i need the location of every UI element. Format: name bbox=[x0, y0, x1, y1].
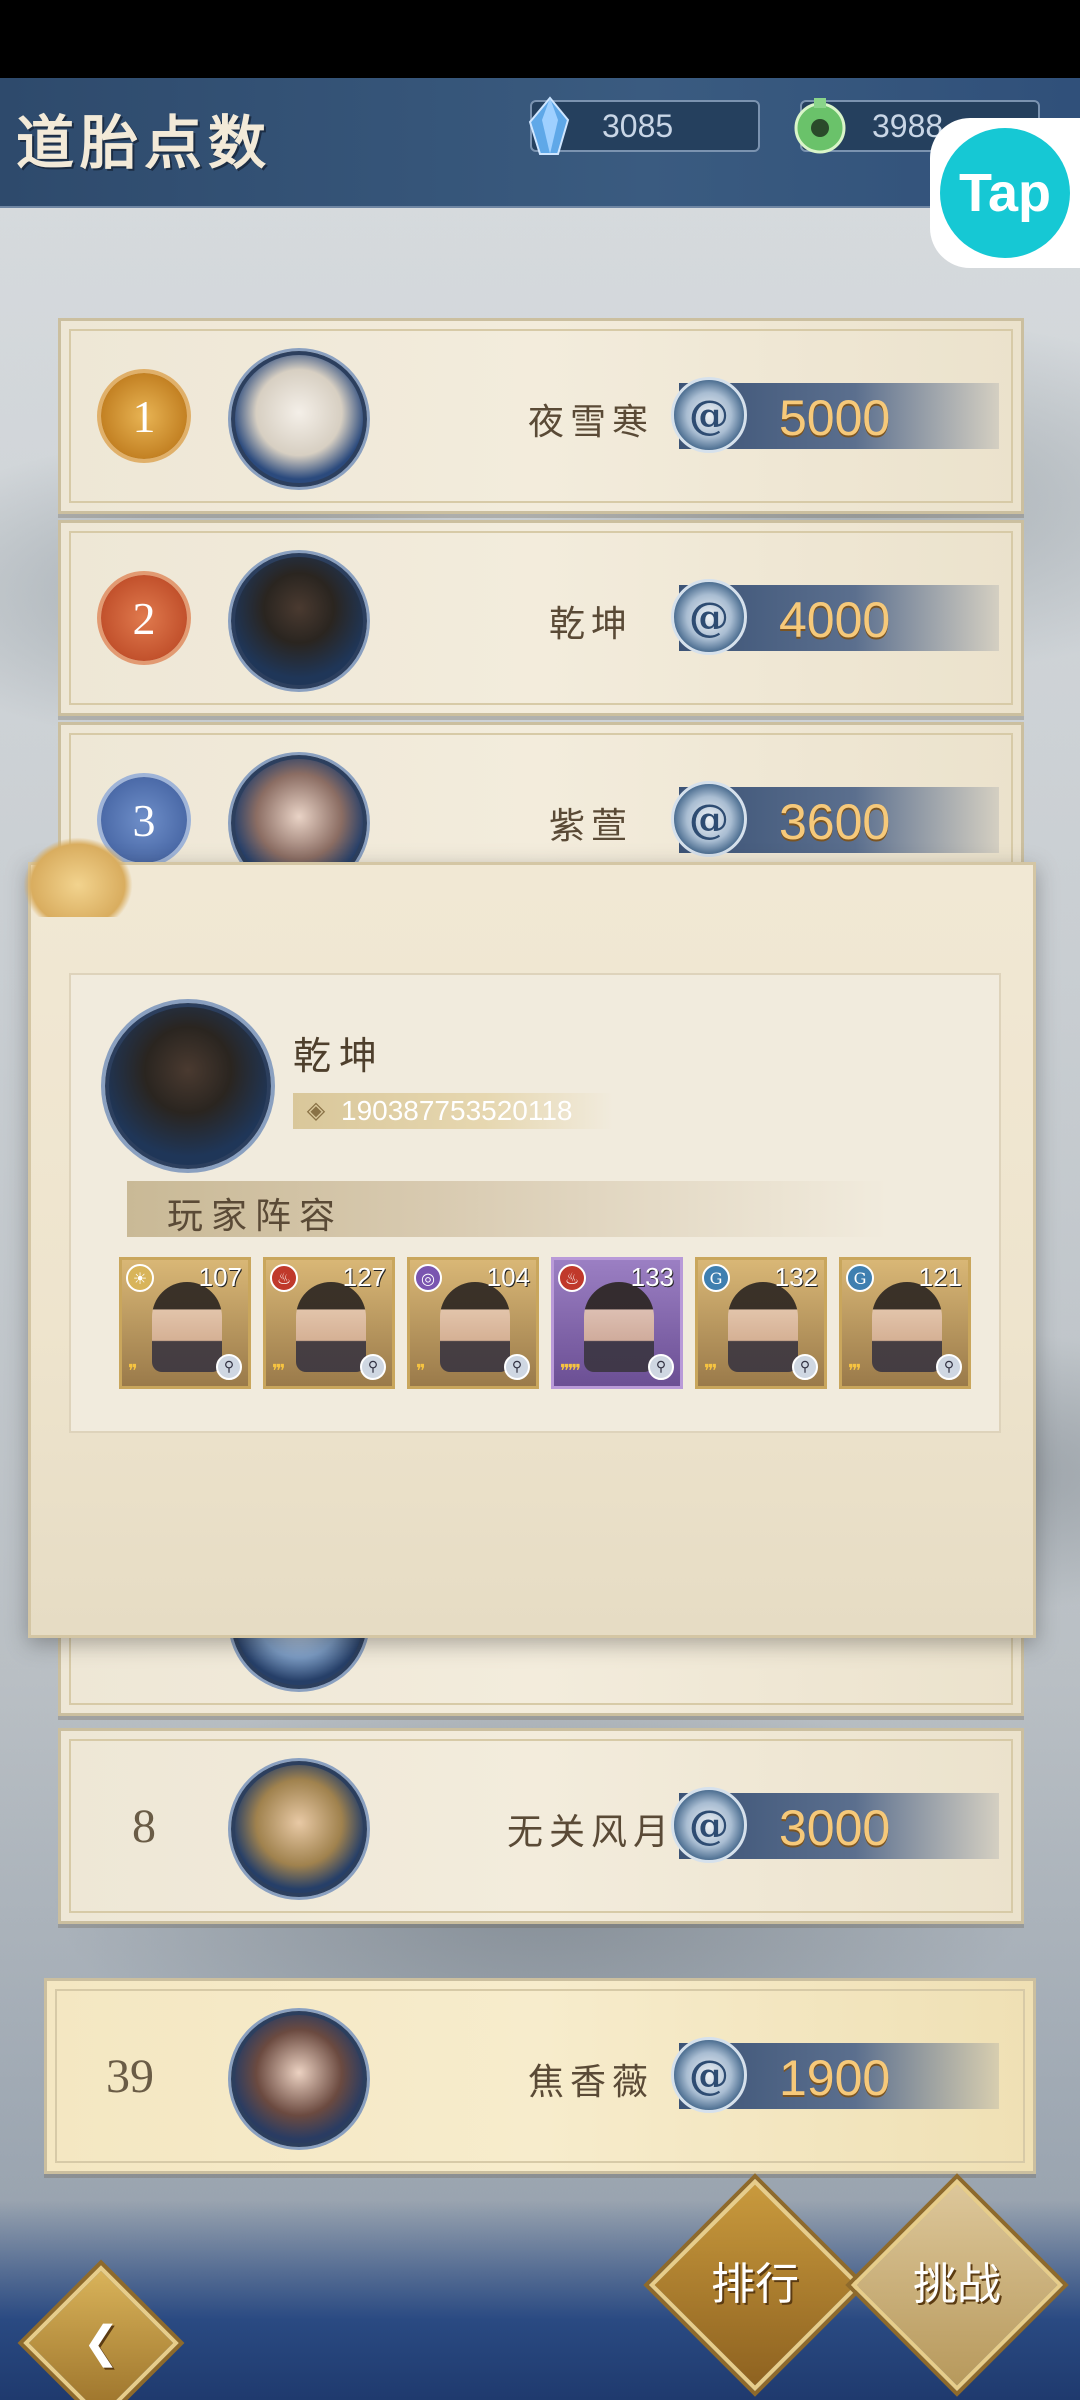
rank-row-1[interactable]: 1 夜雪寒 @ 5000 bbox=[58, 318, 1024, 514]
id-icon: ◈ bbox=[306, 1096, 326, 1124]
cloud-ornament-icon bbox=[23, 837, 133, 917]
spiral-coin-icon: @ bbox=[671, 781, 747, 857]
class-icon: ⚲ bbox=[936, 1354, 962, 1380]
my-score-box: @ 1900 bbox=[671, 2037, 999, 2113]
hero-portrait bbox=[296, 1282, 366, 1372]
bronze-medal-icon: 2 bbox=[101, 575, 187, 661]
hero-stars: ❜❜ bbox=[128, 1361, 138, 1382]
my-rank-row[interactable]: 39 焦香薇 @ 1900 bbox=[44, 1978, 1036, 2174]
hero-level: 127 bbox=[342, 1262, 386, 1292]
hero-lineup: ☀ 107 ❜❜ ⚲ ♨ 127 ❜❜❜ ⚲ ◎ 104 ❜❜ ⚲ ♨ 133 … bbox=[119, 1257, 971, 1391]
hero-level: 133 bbox=[630, 1262, 674, 1292]
hero-stars: ❜❜❜❜❜ bbox=[560, 1361, 581, 1382]
void-element-icon: ◎ bbox=[414, 1264, 442, 1292]
class-icon: ⚲ bbox=[360, 1354, 386, 1380]
fire-element-icon: ♨ bbox=[558, 1264, 586, 1292]
hero-level: 107 bbox=[198, 1262, 242, 1292]
hero-level: 104 bbox=[486, 1262, 530, 1292]
avatar[interactable] bbox=[231, 1761, 367, 1897]
rank-number: 3 bbox=[132, 794, 156, 846]
spiral-coin-icon: @ bbox=[671, 377, 747, 453]
hero-portrait bbox=[872, 1282, 942, 1372]
gold-medal-icon: 1 bbox=[101, 373, 187, 459]
rank-number: 8 bbox=[132, 1799, 156, 1853]
avatar[interactable] bbox=[231, 553, 367, 689]
class-icon: ⚲ bbox=[648, 1354, 674, 1380]
sun-element-icon: ☀ bbox=[126, 1264, 154, 1292]
hero-portrait bbox=[152, 1282, 222, 1372]
class-icon: ⚲ bbox=[792, 1354, 818, 1380]
player-info-panel: 乾坤 ◈ 190387753520118 玩家阵容 ☀ 107 ❜❜ ⚲ ♨ 1… bbox=[69, 973, 1001, 1433]
hero-card[interactable]: ♨ 127 ❜❜❜ ⚲ bbox=[263, 1257, 395, 1389]
hero-card[interactable]: G 132 ❜❜❜ ⚲ bbox=[695, 1257, 827, 1389]
my-rank-number: 39 bbox=[106, 2049, 154, 2103]
hero-card[interactable]: ◎ 104 ❜❜ ⚲ bbox=[407, 1257, 539, 1389]
taptap-floating-button[interactable]: Tap bbox=[930, 118, 1080, 268]
score-value: 3000 bbox=[779, 1800, 891, 1856]
class-icon: ⚲ bbox=[216, 1354, 242, 1380]
header-bar: 道胎点数 3085 3988 bbox=[0, 78, 1080, 208]
hero-stars: ❜❜❜ bbox=[704, 1361, 717, 1382]
hero-level: 121 bbox=[918, 1262, 962, 1292]
jade-icon bbox=[794, 98, 846, 154]
rank-tab-label: 排行 bbox=[711, 2259, 799, 2310]
crystal-amount: 3085 bbox=[602, 107, 674, 144]
rank-row-2[interactable]: 2 乾坤 @ 4000 bbox=[58, 520, 1024, 716]
score-box: @ 4000 bbox=[671, 579, 999, 655]
challenge-tab-label: 挑战 bbox=[913, 2259, 1001, 2310]
my-score-value: 1900 bbox=[779, 2050, 891, 2106]
hero-card[interactable]: ♨ 133 ❜❜❜❜❜ ⚲ bbox=[551, 1257, 683, 1389]
score-box: @ 3000 bbox=[671, 1787, 999, 1863]
spiral-coin-icon: @ bbox=[671, 2037, 747, 2113]
rank-row-8[interactable]: 8 无关风月 @ 3000 bbox=[58, 1728, 1024, 1924]
hero-stars: ❜❜ bbox=[416, 1361, 426, 1382]
jade-amount: 3988 bbox=[872, 107, 944, 144]
hero-portrait bbox=[728, 1282, 798, 1372]
rank-number: 2 bbox=[132, 592, 156, 644]
spiral-coin-icon: @ bbox=[671, 579, 747, 655]
tap-logo: Tap bbox=[940, 128, 1070, 258]
my-avatar[interactable] bbox=[231, 2011, 367, 2147]
water-element-icon: G bbox=[702, 1264, 730, 1292]
spiral-coin-icon: @ bbox=[671, 1787, 747, 1863]
lineup-title-bar: 玩家阵容 bbox=[127, 1181, 887, 1237]
class-icon: ⚲ bbox=[504, 1354, 530, 1380]
lineup-title: 玩家阵容 bbox=[167, 1196, 344, 1237]
rank-number: 1 bbox=[132, 390, 156, 442]
hero-portrait bbox=[584, 1282, 654, 1372]
avatar[interactable] bbox=[231, 351, 367, 487]
water-element-icon: G bbox=[846, 1264, 874, 1292]
hero-stars: ❜❜❜ bbox=[272, 1361, 285, 1382]
hero-card[interactable]: ☀ 107 ❜❜ ⚲ bbox=[119, 1257, 251, 1389]
player-id: 190387753520118 bbox=[341, 1095, 573, 1126]
status-bar bbox=[0, 0, 1080, 78]
score-value: 4000 bbox=[779, 592, 891, 648]
score-value: 3600 bbox=[779, 794, 891, 850]
crystal-icon bbox=[528, 96, 570, 155]
popup-player-name: 乾坤 bbox=[293, 1034, 386, 1078]
score-value: 5000 bbox=[779, 390, 891, 446]
score-box: @ 5000 bbox=[671, 377, 999, 453]
player-info-popup[interactable]: 乾坤 ◈ 190387753520118 玩家阵容 ☀ 107 ❜❜ ⚲ ♨ 1… bbox=[23, 837, 1036, 1638]
hero-card[interactable]: G 121 ❜❜❜ ⚲ bbox=[839, 1257, 971, 1389]
score-box: @ 3600 bbox=[671, 781, 999, 857]
hero-stars: ❜❜❜ bbox=[848, 1361, 861, 1382]
crystal-currency[interactable]: 3085 bbox=[528, 96, 760, 155]
hero-level: 132 bbox=[774, 1262, 818, 1292]
page-title: 道胎点数 bbox=[16, 109, 273, 177]
hero-portrait bbox=[440, 1282, 510, 1372]
fire-element-icon: ♨ bbox=[270, 1264, 298, 1292]
popup-avatar bbox=[105, 1003, 271, 1169]
player-id-bar: ◈ 190387753520118 bbox=[293, 1093, 613, 1129]
back-arrow-icon: ❮ bbox=[82, 2317, 120, 2368]
